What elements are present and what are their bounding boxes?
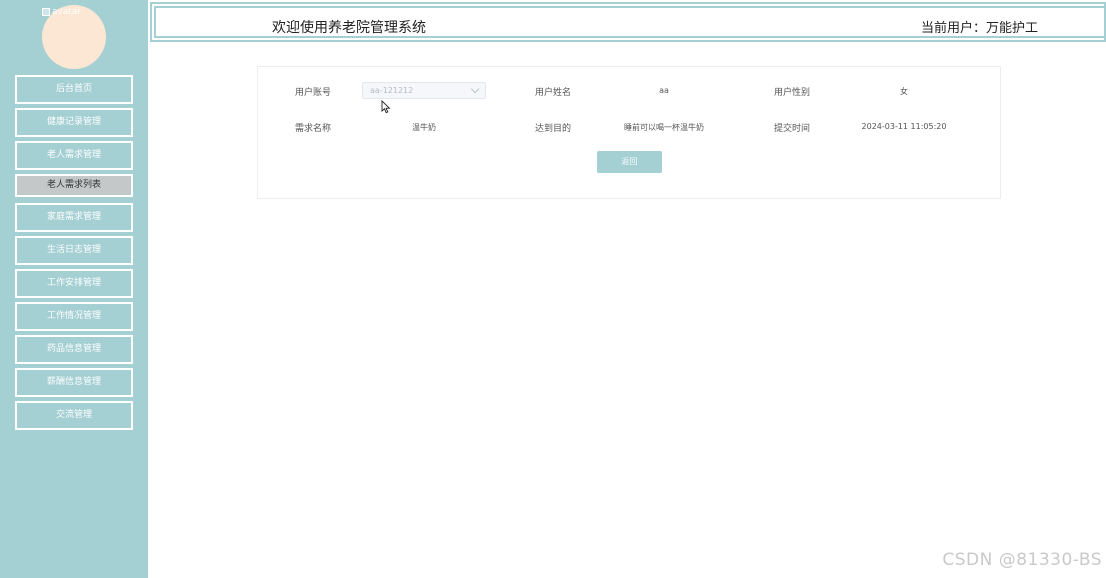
- header: 欢迎使用养老院管理系统 当前用户：万能护工: [150, 2, 1106, 42]
- sidebar-item-work-status[interactable]: 工作情况管理: [15, 302, 133, 331]
- sidebar-item-salary-info[interactable]: 薪酬信息管理: [15, 368, 133, 397]
- sidebar-item-work-schedule[interactable]: 工作安排管理: [15, 269, 133, 298]
- sidebar-item-communication[interactable]: 交流管理: [15, 401, 133, 430]
- sidebar-item-home[interactable]: 后台首页: [15, 75, 133, 104]
- need-value: 温牛奶: [412, 123, 436, 132]
- goal-label: 达到目的: [535, 124, 572, 134]
- sidebar-item-elder-needs-list[interactable]: 老人需求列表: [15, 174, 133, 197]
- sidebar-item-health-records[interactable]: 健康记录管理: [15, 108, 133, 137]
- account-select[interactable]: aa-121212: [362, 82, 486, 99]
- avatar[interactable]: avatar: [42, 5, 106, 69]
- detail-card: 用户账号 aa-121212 用户姓名 aa 用户性别 女 需求名称 温牛奶 达…: [257, 66, 1001, 199]
- chevron-down-icon: [470, 84, 480, 94]
- account-label: 用户账号: [295, 88, 332, 98]
- time-label: 提交时间: [774, 124, 811, 134]
- sidebar-item-medicine-info[interactable]: 药品信息管理: [15, 335, 133, 364]
- back-button[interactable]: 返回: [597, 151, 662, 173]
- name-value: aa: [659, 86, 669, 95]
- gender-value: 女: [900, 87, 908, 96]
- watermark: CSDN @81330-BS: [942, 550, 1102, 570]
- sidebar-menu: 后台首页 健康记录管理 老人需求管理 老人需求列表 家庭需求管理 生活日志管理 …: [15, 75, 133, 434]
- account-value: aa-121212: [370, 86, 414, 95]
- broken-image-icon: [42, 8, 50, 16]
- need-label: 需求名称: [295, 124, 332, 134]
- app: avatar 后台首页 健康记录管理 老人需求管理 老人需求列表 家庭需求管理 …: [0, 0, 1106, 578]
- sidebar-item-elder-needs[interactable]: 老人需求管理: [15, 141, 133, 170]
- header-inner-frame: 欢迎使用养老院管理系统 当前用户：万能护工: [154, 6, 1106, 38]
- mouse-cursor-icon: [381, 100, 391, 114]
- sidebar: avatar 后台首页 健康记录管理 老人需求管理 老人需求列表 家庭需求管理 …: [0, 0, 148, 578]
- time-value: 2024-03-11 11:05:20: [861, 122, 947, 131]
- page-title: 欢迎使用养老院管理系统: [272, 20, 426, 36]
- sidebar-item-family-needs[interactable]: 家庭需求管理: [15, 203, 133, 232]
- gender-label: 用户性别: [774, 88, 811, 98]
- current-user: 当前用户：万能护工: [920, 21, 1038, 36]
- avatar-alt-text: avatar: [52, 7, 82, 17]
- avatar-broken-image: avatar: [42, 7, 81, 17]
- goal-value: 睡前可以喝一杯温牛奶: [624, 123, 704, 132]
- sidebar-item-life-logs[interactable]: 生活日志管理: [15, 236, 133, 265]
- name-label: 用户姓名: [535, 88, 572, 98]
